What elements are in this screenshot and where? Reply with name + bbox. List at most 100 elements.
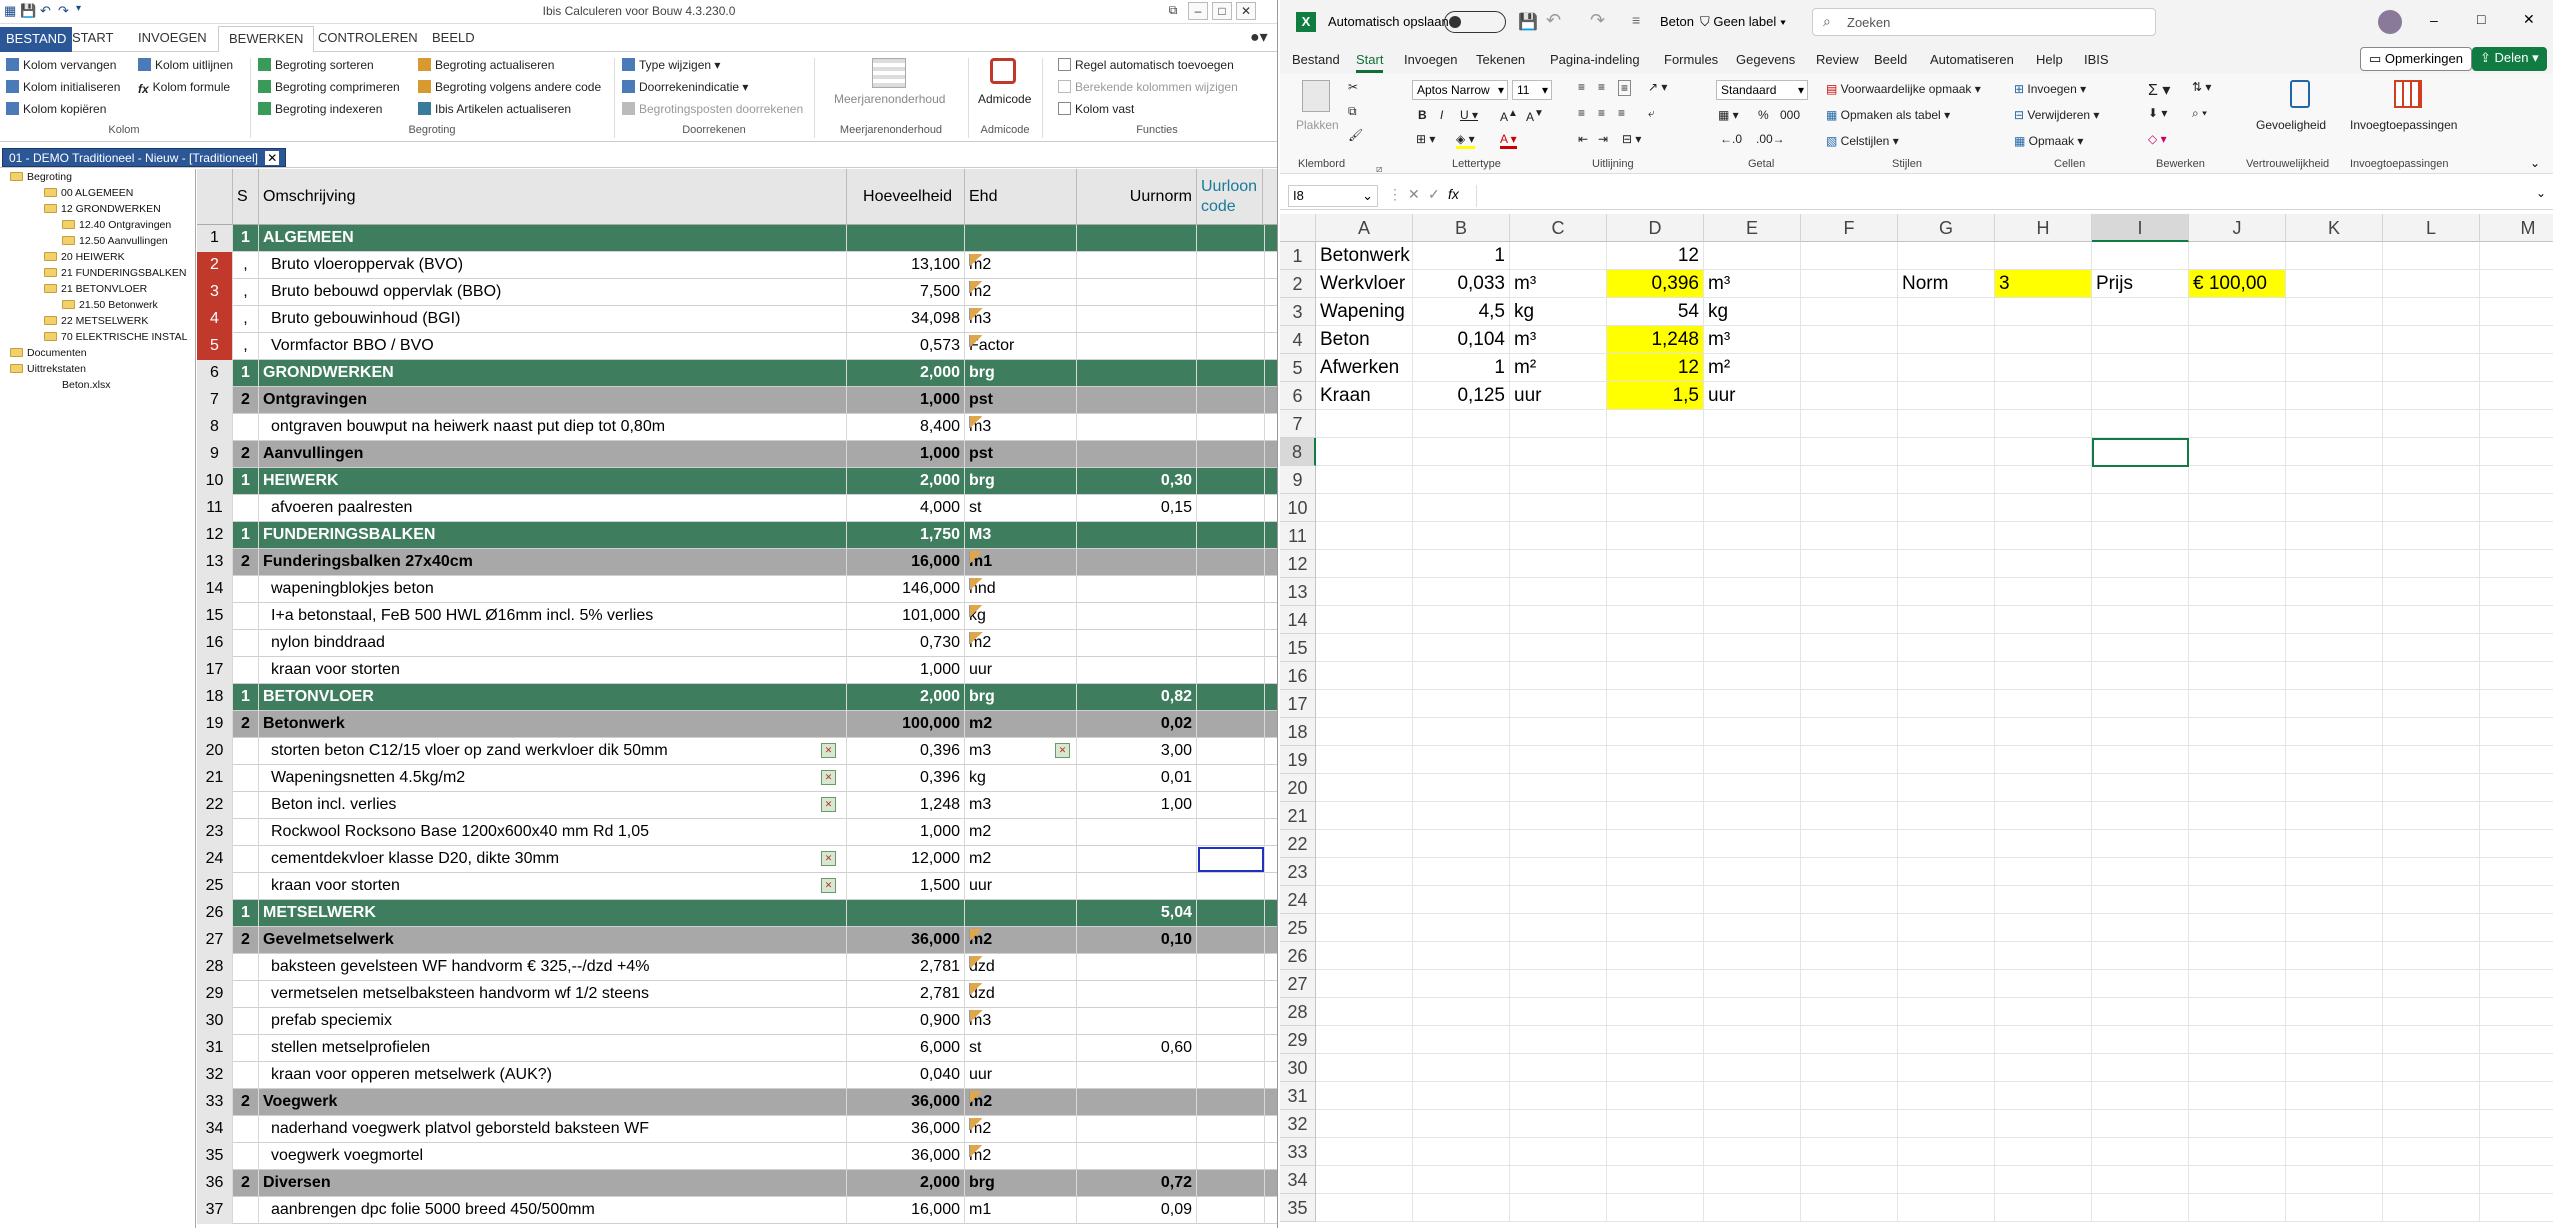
- cell-s[interactable]: ,: [233, 252, 259, 279]
- artikelen-actualiseren-button[interactable]: Ibis Artikelen actualiseren: [418, 102, 571, 116]
- cell-uurnorm[interactable]: 0,82: [1077, 684, 1197, 711]
- decrease-font-icon[interactable]: A▼: [1526, 108, 1544, 124]
- cell-J2[interactable]: € 100,00: [2189, 270, 2286, 298]
- cell-omschrijving[interactable]: Vormfactor BBO / BVO: [259, 333, 847, 360]
- header-ehd[interactable]: Ehd: [965, 169, 1077, 225]
- cell-uurnorm[interactable]: [1077, 279, 1197, 306]
- tree-item[interactable]: 12.50 Aanvullingen: [62, 235, 168, 247]
- cell-omschrijving[interactable]: BETONVLOER: [259, 684, 847, 711]
- tree-item[interactable]: 70 ELEKTRISCHE INSTAL: [44, 331, 187, 343]
- header-omschrijving[interactable]: Omschrijving: [259, 169, 847, 225]
- share-button[interactable]: ⇪ Delen ▾: [2472, 47, 2547, 71]
- cell-hoeveelheid[interactable]: 1,000: [847, 819, 965, 846]
- spreadsheet[interactable]: A B C D E F G H I J K L M 1 2 3 4 5 6 7 8 9 10 11 12 13 14 15 16 17 18…: [1280, 214, 2553, 1228]
- row-header[interactable]: 25: [1280, 914, 1316, 942]
- cell-s[interactable]: 1: [233, 684, 259, 711]
- cell-omschrijving[interactable]: kraan voor storten: [259, 657, 847, 684]
- cell-omschrijving[interactable]: voegwerk voegmortel: [259, 1143, 847, 1170]
- cell-s[interactable]: 2: [233, 387, 259, 414]
- cell-hoeveelheid[interactable]: 2,781: [847, 981, 965, 1008]
- cell-A3[interactable]: Wapening: [1316, 298, 1413, 326]
- cell-ehd[interactable]: m3: [965, 792, 1077, 819]
- cell-B3[interactable]: 4,5: [1413, 298, 1510, 326]
- row-number[interactable]: 5: [197, 333, 233, 360]
- font-name-select[interactable]: Aptos Narrow ▾: [1412, 80, 1508, 100]
- cell-uurloon-code[interactable]: [1197, 1035, 1265, 1062]
- tree-item[interactable]: Uittrekstaten: [10, 363, 86, 375]
- cell-uurnorm[interactable]: [1077, 522, 1197, 549]
- name-box[interactable]: I8 ⌄: [1288, 185, 1378, 207]
- wrap-text-icon[interactable]: ⤶: [1648, 106, 1655, 121]
- borders-icon[interactable]: ⊞ ▾: [1416, 132, 1435, 146]
- cell-hoeveelheid[interactable]: 0,573: [847, 333, 965, 360]
- cell-hoeveelheid[interactable]: 6,000: [847, 1035, 965, 1062]
- cell-uurnorm[interactable]: 0,10: [1077, 927, 1197, 954]
- column-header[interactable]: B: [1413, 214, 1510, 242]
- row-number[interactable]: 33: [197, 1089, 233, 1116]
- sensitivity-label[interactable]: ⛉ Geen label ▾: [1700, 14, 1786, 30]
- row-header[interactable]: 8: [1280, 438, 1316, 466]
- format-painter-icon[interactable]: 🖌: [1348, 128, 1363, 142]
- column-header[interactable]: M: [2480, 214, 2553, 242]
- cell-s[interactable]: [233, 765, 259, 792]
- tab-bestand[interactable]: Bestand: [1292, 52, 1340, 67]
- cell-s[interactable]: [233, 603, 259, 630]
- fx-icon[interactable]: fx: [1448, 186, 1459, 202]
- row-number[interactable]: 32: [197, 1062, 233, 1089]
- row-number[interactable]: 1: [197, 225, 233, 252]
- cell-uurnorm[interactable]: [1077, 306, 1197, 333]
- cell-A1[interactable]: Betonwerk: [1316, 242, 1413, 270]
- tab-help[interactable]: Help: [2036, 52, 2063, 67]
- cell-s[interactable]: ,: [233, 306, 259, 333]
- restore-small-icon[interactable]: ⧉: [1163, 2, 1183, 20]
- row-header[interactable]: 21: [1280, 802, 1316, 830]
- dialog-launcher-icon[interactable]: ⧄: [1376, 164, 1382, 175]
- row-header[interactable]: 32: [1280, 1110, 1316, 1138]
- cell-E3[interactable]: kg: [1704, 298, 1801, 326]
- cell-uurnorm[interactable]: 0,01: [1077, 765, 1197, 792]
- cell-D3[interactable]: 54: [1607, 298, 1704, 326]
- formula-input[interactable]: [1476, 185, 2536, 207]
- cell-uurloon-code[interactable]: [1197, 333, 1265, 360]
- cell-s[interactable]: [233, 954, 259, 981]
- cell-uurloon-code[interactable]: [1197, 522, 1265, 549]
- cell-uurloon-code[interactable]: [1197, 1197, 1265, 1224]
- table-row[interactable]: 26 1 METSELWERK 5,04: [197, 900, 1277, 927]
- table-row[interactable]: 15 I+a betonstaal, FeB 500 HWL Ø16mm incl…: [197, 603, 1277, 630]
- cell-uurnorm[interactable]: [1077, 1008, 1197, 1035]
- cell-hoeveelheid[interactable]: 2,000: [847, 1170, 965, 1197]
- maximize-button[interactable]: □: [1212, 2, 1232, 20]
- table-row[interactable]: 5, Vormfactor BBO / BVO 0,573 Factor: [197, 333, 1277, 360]
- cell-uurnorm[interactable]: 0,09: [1077, 1197, 1197, 1224]
- row-number[interactable]: 27: [197, 927, 233, 954]
- row-header[interactable]: 30: [1280, 1054, 1316, 1082]
- underline-icon[interactable]: U ▾: [1460, 108, 1478, 122]
- table-row[interactable]: 19 2 Betonwerk 100,000 m2 0,02: [197, 711, 1277, 738]
- row-number[interactable]: 28: [197, 954, 233, 981]
- cell-hoeveelheid[interactable]: 34,098: [847, 306, 965, 333]
- cell-hoeveelheid[interactable]: 16,000: [847, 1197, 965, 1224]
- table-row[interactable]: 9 2 Aanvullingen 1,000 pst: [197, 441, 1277, 468]
- table-row[interactable]: 28 baksteen gevelsteen WF handvorm € 325,…: [197, 954, 1277, 981]
- align-center-icon[interactable]: ≡: [1598, 106, 1605, 120]
- cell-ehd[interactable]: m2: [965, 711, 1077, 738]
- cell-uurnorm[interactable]: [1077, 360, 1197, 387]
- cell-omschrijving[interactable]: prefab speciemix: [259, 1008, 847, 1035]
- row-number[interactable]: 21: [197, 765, 233, 792]
- cell-ehd[interactable]: kg: [965, 765, 1077, 792]
- kolom-vervangen-button[interactable]: Kolom vervangen: [6, 58, 116, 72]
- cell-uurnorm[interactable]: 5,04: [1077, 900, 1197, 927]
- cell-uurloon-code[interactable]: [1197, 792, 1265, 819]
- tab-review[interactable]: Review: [1816, 52, 1859, 67]
- paste-button[interactable]: Plakken: [1296, 118, 1339, 132]
- accounting-icon[interactable]: ▦ ▾: [1718, 108, 1739, 122]
- cell-omschrijving[interactable]: storten beton C12/15 vloer op zand werkv…: [259, 738, 847, 765]
- cell-uurnorm[interactable]: [1077, 441, 1197, 468]
- tab-formules[interactable]: Formules: [1664, 52, 1718, 67]
- cell-omschrijving[interactable]: FUNDERINGSBALKEN: [259, 522, 847, 549]
- kolom-uitlijnen-button[interactable]: Kolom uitlijnen: [138, 58, 233, 72]
- tab-start[interactable]: START: [72, 30, 113, 45]
- close-icon[interactable]: ✕: [265, 151, 280, 165]
- table-row[interactable]: 20 storten beton C12/15 vloer op zand wer…: [197, 738, 1277, 765]
- cell-hoeveelheid[interactable]: 16,000: [847, 549, 965, 576]
